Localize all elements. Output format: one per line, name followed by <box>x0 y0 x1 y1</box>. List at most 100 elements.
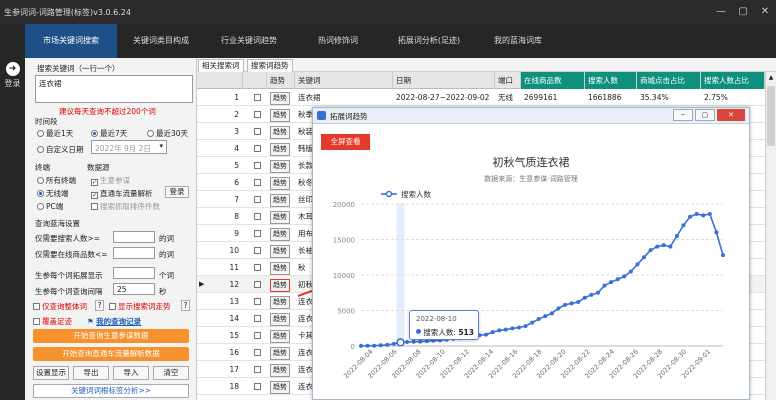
tab-related-search[interactable]: 相关搜索词 <box>198 59 244 72</box>
trend-button[interactable]: 趋势 <box>270 330 290 343</box>
log-in-icon[interactable]: ➜ <box>5 62 20 76</box>
header-date[interactable]: 日期 <box>393 72 495 89</box>
terminal-wireless[interactable]: 无线端 <box>37 188 69 199</box>
row-checkbox[interactable] <box>254 298 261 305</box>
trend-button[interactable]: 趋势 <box>270 92 290 105</box>
trend-button[interactable]: 趋势 <box>270 126 290 139</box>
row-checkbox[interactable] <box>254 179 261 186</box>
time-option-custom[interactable]: 自定义日期 <box>37 144 84 155</box>
header-goods-count[interactable]: 在线商品数 <box>521 72 585 89</box>
row-checkbox[interactable] <box>254 111 261 118</box>
fullscreen-button[interactable]: 全屏查看 <box>321 134 370 150</box>
legend-marker-icon <box>385 190 393 198</box>
trend-button[interactable]: 趋势 <box>270 381 290 394</box>
login-label[interactable]: 登录 <box>0 78 25 89</box>
tab-blue-sea[interactable]: 我的蓝海词库 <box>475 24 561 58</box>
mall-click-cell: 35.34% <box>640 93 669 102</box>
trend-button[interactable]: 趋势 <box>270 347 290 360</box>
chk-show-trend[interactable]: 显示搜索词走势 <box>109 301 171 312</box>
chk-footprint[interactable]: 覆盖足迹 <box>33 316 72 327</box>
tab-hot-words[interactable]: 热词修饰词 <box>293 24 383 58</box>
trend-button[interactable]: 趋势 <box>270 194 290 207</box>
row-checkbox[interactable] <box>254 94 261 101</box>
row-checkbox[interactable] <box>254 281 261 288</box>
header-search-count[interactable]: 搜索人数 <box>585 72 637 89</box>
source-ztc[interactable]: ✓ 直通车流量解析 <box>91 188 153 199</box>
help-button-2[interactable]: ? <box>181 300 190 311</box>
scroll-up-icon[interactable]: ▲ <box>767 74 775 82</box>
close-button[interactable]: ✕ <box>754 0 776 24</box>
source-sycm[interactable]: ✓ 生意参谋 <box>91 175 130 186</box>
settings-button[interactable]: 设置显示 <box>33 366 69 380</box>
row-checkbox[interactable] <box>254 128 261 135</box>
row-checkbox[interactable] <box>254 162 261 169</box>
import-button[interactable]: 导入 <box>113 366 149 380</box>
table-row[interactable]: 1 趋势 连衣裙 2022-08-27~2022-09-02 无线 2699161 1661… <box>197 89 765 106</box>
trend-button[interactable]: 趋势 <box>270 262 290 275</box>
trend-button[interactable]: 趋势 <box>270 228 290 241</box>
my-query-link[interactable]: 我的查询记录 <box>96 317 141 326</box>
tab-category[interactable]: 关键词类目构成 <box>117 24 205 58</box>
interval-input[interactable]: 25 <box>113 283 155 295</box>
popup-maximize-button[interactable]: ▢ <box>695 109 715 121</box>
trend-button[interactable]: 趋势 <box>270 109 290 122</box>
trend-button[interactable]: 趋势 <box>270 245 290 258</box>
trend-button[interactable]: 趋势 <box>270 143 290 156</box>
terminal-pc[interactable]: PC端 <box>37 201 63 212</box>
terminal-all[interactable]: 所有终端 <box>37 175 76 186</box>
row-checkbox[interactable] <box>254 349 261 356</box>
popup-minimize-button[interactable]: – <box>673 109 693 121</box>
chk-query-words[interactable]: 仅查询整体词 <box>33 301 87 312</box>
max-goods-label: 仅需要在线商品数<= <box>35 250 108 259</box>
clear-button[interactable]: 清空 <box>153 366 189 380</box>
minimize-button[interactable]: — <box>710 0 732 24</box>
time-option-1d[interactable]: 最近1天 <box>37 128 73 139</box>
trend-button[interactable]: 趋势 <box>270 296 290 309</box>
trend-button[interactable]: 趋势 <box>270 211 290 224</box>
header-port[interactable]: 端口 <box>495 72 521 89</box>
tab-market-search[interactable]: 市场关键词搜索 <box>25 24 117 58</box>
row-checkbox[interactable] <box>254 247 261 254</box>
data-point <box>622 274 627 279</box>
root-analysis-button[interactable]: 关键词词根标签分析>> <box>33 384 189 398</box>
popup-close-button[interactable]: ✕ <box>717 109 745 121</box>
header-search-share[interactable]: 搜索人数占比 <box>701 72 765 89</box>
trend-button[interactable]: 趋势 <box>270 177 290 190</box>
row-checkbox[interactable] <box>254 315 261 322</box>
time-option-30d[interactable]: 最近30天 <box>147 128 188 139</box>
header-keyword[interactable]: 关键词 <box>295 72 393 89</box>
data-point <box>714 230 719 235</box>
restore-button[interactable]: ▢ <box>732 0 754 24</box>
start-ztc-button[interactable]: 开始查询直通车流量解析数据 <box>33 347 189 361</box>
trend-button[interactable]: 趋势 <box>270 313 290 326</box>
export-button[interactable]: 导出 <box>73 366 109 380</box>
max-expand-input[interactable] <box>113 267 155 279</box>
tab-industry-trend[interactable]: 行业关键词趋势 <box>205 24 293 58</box>
row-checkbox[interactable] <box>254 366 261 373</box>
row-checkbox[interactable] <box>254 230 261 237</box>
max-goods-input[interactable] <box>113 247 155 259</box>
row-checkbox[interactable] <box>254 196 261 203</box>
vertical-scrollbar[interactable]: ▲ <box>765 72 776 400</box>
min-search-input[interactable] <box>113 231 155 243</box>
scroll-thumb[interactable] <box>767 86 775 146</box>
tab-search-trend[interactable]: 搜索词趋势 <box>247 59 293 72</box>
trend-button[interactable]: 趋势 <box>270 160 290 173</box>
row-checkbox[interactable] <box>254 264 261 271</box>
login-button[interactable]: 登录 <box>165 186 189 198</box>
row-checkbox[interactable] <box>254 332 261 339</box>
source-sort[interactable]: 搜索抓取排序件数 <box>91 201 160 212</box>
help-button-1[interactable]: ? <box>95 300 104 311</box>
row-checkbox[interactable] <box>254 383 261 390</box>
row-checkbox[interactable] <box>254 145 261 152</box>
trend-button[interactable]: 趋势 <box>270 364 290 377</box>
tab-expand-analysis[interactable]: 拓展词分析(足迹) <box>383 24 475 58</box>
time-option-7d[interactable]: 最近7天 <box>91 128 127 139</box>
trend-button[interactable]: 趋势 <box>270 279 290 292</box>
row-checkbox[interactable] <box>254 213 261 220</box>
start-sycm-button[interactable]: 开始查询生意参谋数据 <box>33 329 189 343</box>
custom-date-picker[interactable]: 2022年 9月 2日 ▾ <box>91 140 167 154</box>
keywords-textarea[interactable]: 连衣裙 <box>35 75 193 103</box>
header-mall-click[interactable]: 商城点击占比 <box>637 72 701 89</box>
header-trend[interactable]: 趋势 <box>267 72 295 89</box>
